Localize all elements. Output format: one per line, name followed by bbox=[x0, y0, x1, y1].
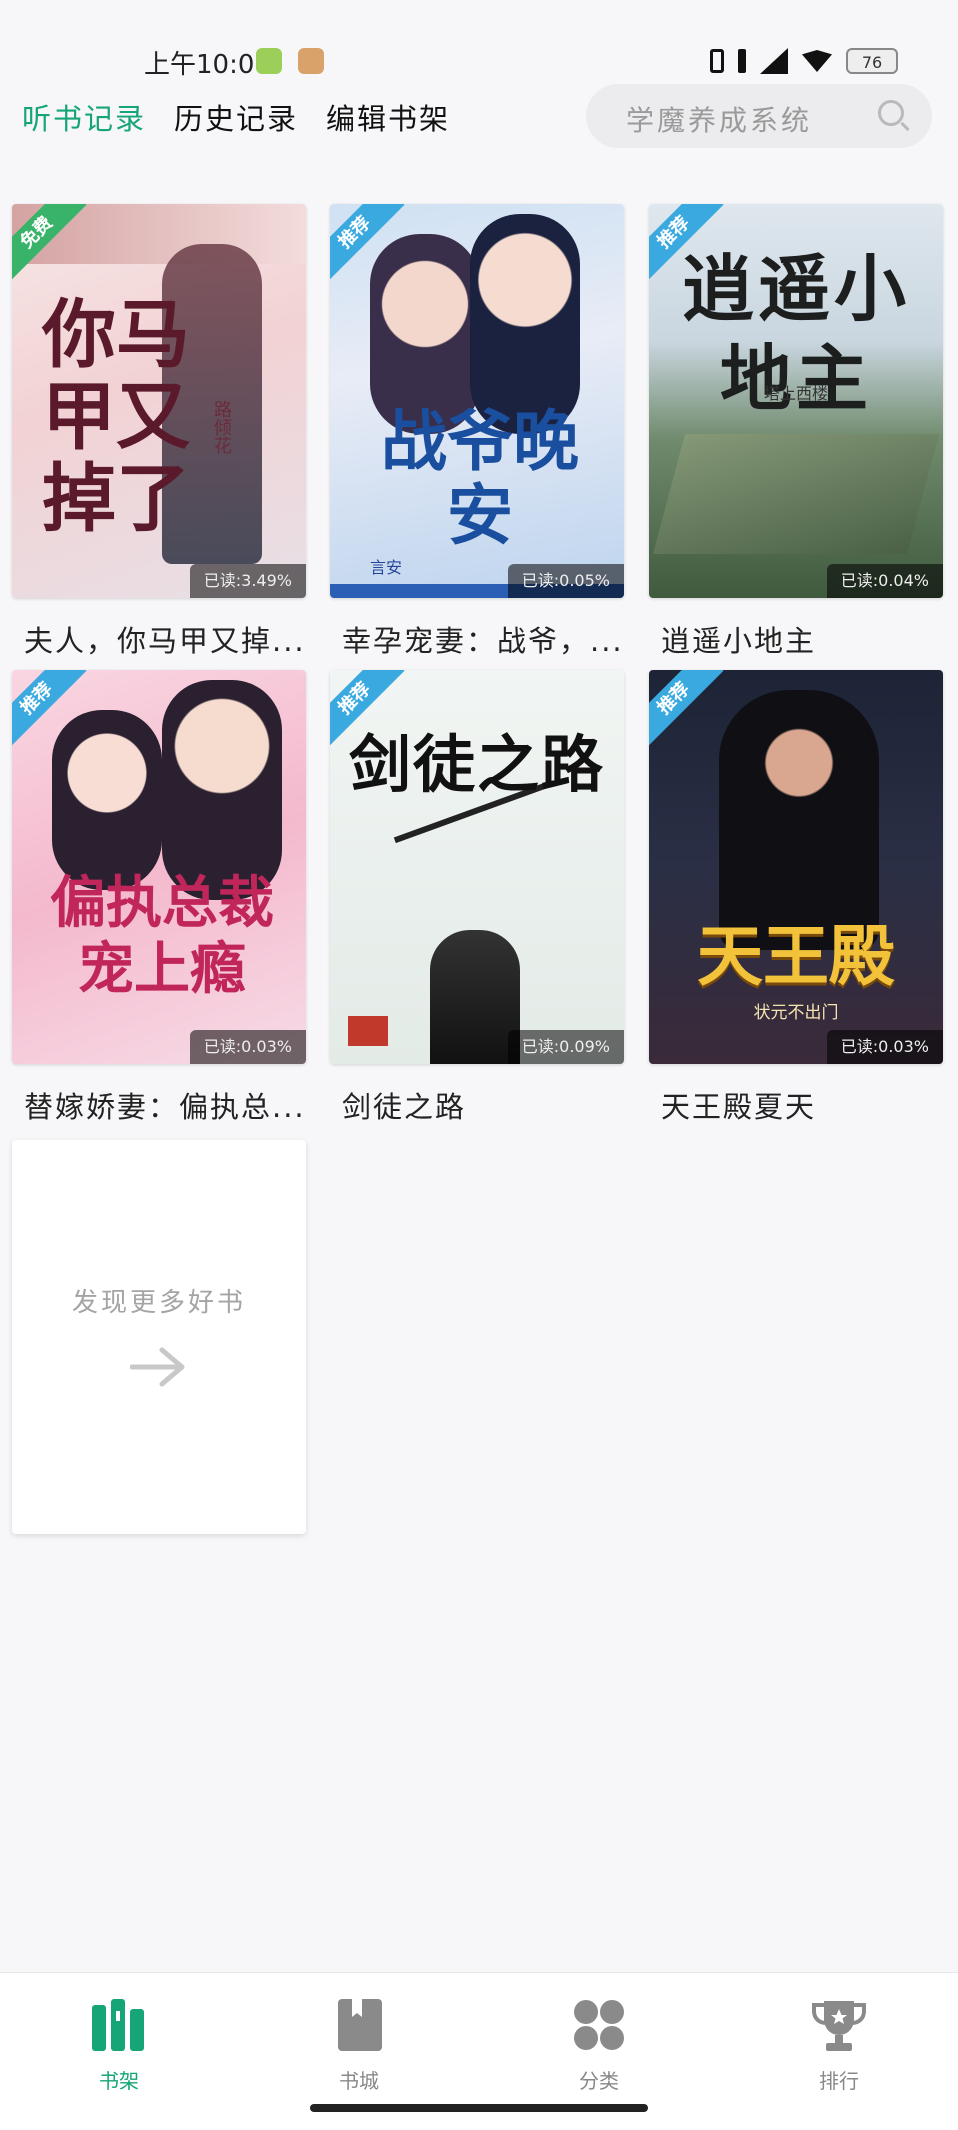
status-icons: 76 bbox=[710, 48, 898, 74]
nav-label: 书城 bbox=[339, 2069, 379, 2093]
book-item[interactable]: 你马甲又掉了 路倾花 免费 已读:3.49% 夫人，你马甲又掉... bbox=[12, 204, 306, 660]
cover-author: 塔上西楼 bbox=[763, 384, 828, 403]
book-title[interactable]: 夫人，你马甲又掉... bbox=[12, 618, 306, 660]
book-cover[interactable]: 偏执总裁宠上瘾 推荐 已读:0.03% bbox=[12, 670, 306, 1064]
book-title[interactable]: 剑徒之路 bbox=[330, 1084, 624, 1126]
tab-listen-history[interactable]: 听书记录 bbox=[22, 96, 146, 138]
cover-title: 战爷晚安 bbox=[381, 402, 579, 554]
book-icon bbox=[338, 1999, 382, 2051]
discover-more-label: 发现更多好书 bbox=[71, 1288, 246, 1318]
recommend-badge: 推荐 bbox=[649, 670, 724, 749]
shelf-tabs: 听书记录 历史记录 编辑书架 bbox=[22, 96, 450, 138]
book-title[interactable]: 替嫁娇妻：偏执总... bbox=[12, 1084, 306, 1126]
book-cover[interactable]: 天王殿 状元不出门 推荐 已读:0.03% bbox=[649, 670, 943, 1064]
book-title[interactable]: 逍遥小地主 bbox=[649, 618, 943, 660]
nav-label: 分类 bbox=[579, 2069, 619, 2093]
trophy-icon bbox=[812, 2001, 866, 2051]
book-item[interactable]: 剑徒之路 推荐 已读:0.09% 剑徒之路 bbox=[330, 670, 624, 1126]
cover-title: 偏执总裁宠上瘾 bbox=[50, 870, 274, 1002]
notification-app-icon bbox=[298, 48, 324, 74]
nav-bookshelf[interactable]: 书架 bbox=[59, 1997, 179, 2094]
book-item[interactable]: 逍遥小地主 塔上西楼 推荐 已读:0.04% 逍遥小地主 bbox=[649, 204, 943, 660]
wifi-icon bbox=[802, 50, 832, 72]
status-bar: 上午10:00 76 bbox=[0, 0, 958, 80]
cover-author: 状元不出门 bbox=[753, 1003, 839, 1023]
book-item[interactable]: 战爷晚安 言安 推荐 已读:0.05% 幸孕宠妻：战爷，... bbox=[330, 204, 624, 660]
nav-category[interactable]: 分类 bbox=[539, 1997, 659, 2094]
bookshelf-icon bbox=[92, 1999, 144, 2051]
book-item[interactable]: 天王殿 状元不出门 推荐 已读:0.03% 天王殿夏天 bbox=[649, 670, 943, 1126]
vibrate-icon bbox=[738, 49, 746, 73]
cover-author: 路倾花 bbox=[211, 400, 232, 454]
read-progress: 已读:0.03% bbox=[826, 1030, 943, 1064]
book-item[interactable]: 偏执总裁宠上瘾 推荐 已读:0.03% 替嫁娇妻：偏执总... bbox=[12, 670, 306, 1126]
nav-label: 排行 bbox=[819, 2069, 859, 2093]
read-progress: 已读:0.04% bbox=[826, 564, 943, 598]
read-progress: 已读:0.09% bbox=[507, 1030, 624, 1064]
cover-author: 言安 bbox=[370, 558, 403, 577]
book-cover[interactable]: 剑徒之路 推荐 已读:0.09% bbox=[330, 670, 624, 1064]
nav-ranking[interactable]: 排行 bbox=[779, 1997, 899, 2094]
nav-bookstore[interactable]: 书城 bbox=[299, 1997, 419, 2094]
category-grid-icon bbox=[574, 2000, 624, 2050]
status-time: 上午10:00 bbox=[144, 50, 271, 80]
bluetooth-icon bbox=[710, 49, 724, 73]
notification-app-icon bbox=[256, 48, 282, 74]
book-cover[interactable]: 你马甲又掉了 路倾花 免费 已读:3.49% bbox=[12, 204, 306, 598]
search-bar[interactable]: 学魔养成系统 bbox=[586, 84, 932, 148]
cover-title: 剑徒之路 bbox=[348, 728, 605, 801]
battery-icon: 76 bbox=[846, 48, 898, 74]
book-title[interactable]: 天王殿夏天 bbox=[649, 1084, 943, 1126]
discover-more-card[interactable]: 发现更多好书 bbox=[12, 1140, 306, 1534]
arrow-right-icon bbox=[130, 1347, 185, 1387]
home-indicator[interactable] bbox=[310, 2104, 648, 2112]
read-progress: 已读:3.49% bbox=[189, 564, 306, 598]
search-icon[interactable] bbox=[878, 100, 904, 126]
tab-read-history[interactable]: 历史记录 bbox=[174, 96, 298, 138]
read-progress: 已读:0.05% bbox=[507, 564, 624, 598]
book-title[interactable]: 幸孕宠妻：战爷，... bbox=[330, 618, 624, 660]
search-placeholder: 学魔养成系统 bbox=[626, 104, 813, 137]
tab-edit-shelf[interactable]: 编辑书架 bbox=[326, 96, 450, 138]
read-progress: 已读:0.03% bbox=[189, 1030, 306, 1064]
cover-title: 天王殿 bbox=[697, 917, 895, 995]
cover-title: 你马甲又掉了 bbox=[42, 292, 190, 542]
book-cover[interactable]: 战爷晚安 言安 推荐 已读:0.05% bbox=[330, 204, 624, 598]
nav-label: 书架 bbox=[99, 2069, 139, 2093]
book-cover[interactable]: 逍遥小地主 塔上西楼 推荐 已读:0.04% bbox=[649, 204, 943, 598]
signal-icon bbox=[760, 48, 788, 74]
